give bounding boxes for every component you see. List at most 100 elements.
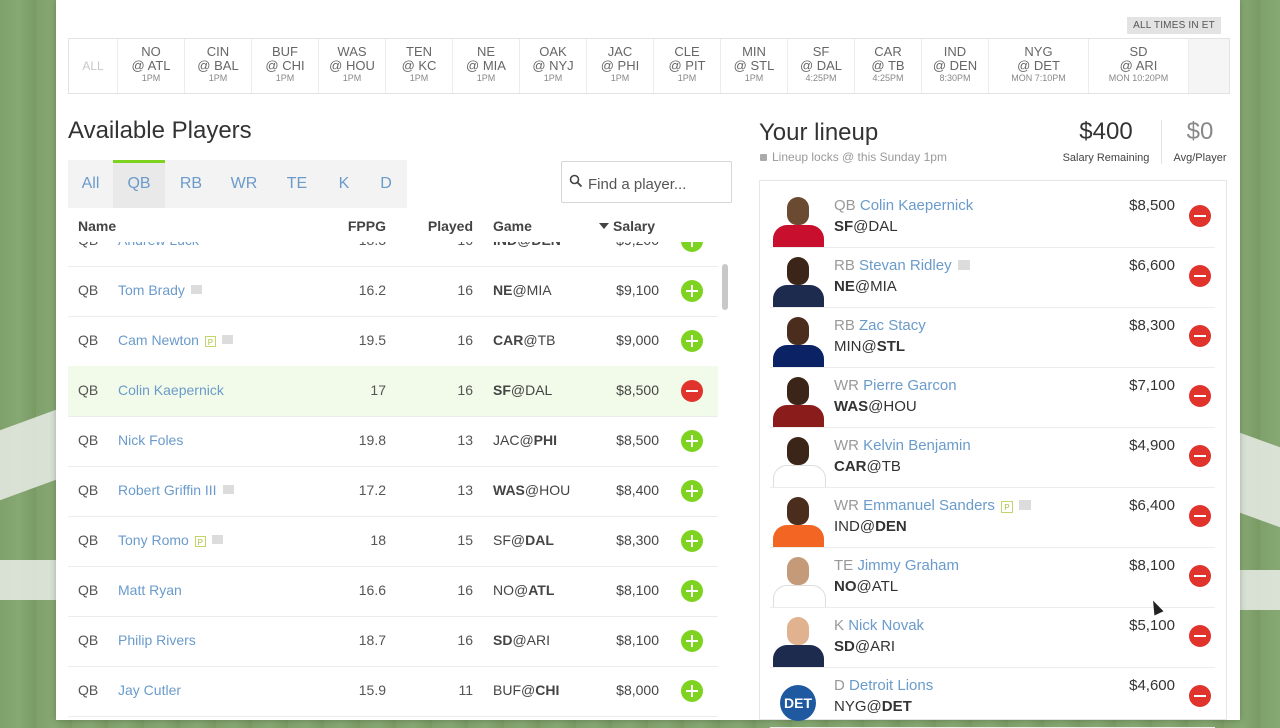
player-name[interactable]: Philip Rivers	[118, 632, 196, 648]
remove-player-button[interactable]	[1189, 205, 1211, 227]
add-player-button[interactable]	[681, 280, 703, 302]
news-note-icon[interactable]	[957, 260, 970, 270]
tab-wr[interactable]: WR	[217, 160, 271, 208]
lineup-player-name[interactable]: Pierre Garcon	[863, 377, 956, 394]
tab-d[interactable]: D	[365, 160, 407, 208]
game-filter-min[interactable]: MIN @ STL 1PM	[721, 39, 788, 93]
probable-icon[interactable]: P	[1000, 501, 1013, 513]
lineup-player-name[interactable]: Zac Stacy	[859, 317, 926, 334]
add-player-button[interactable]	[681, 480, 703, 502]
lineup-player-name[interactable]: Detroit Lions	[849, 677, 933, 694]
news-note-icon[interactable]	[222, 485, 234, 494]
lineup-player-name[interactable]: Kelvin Benjamin	[863, 437, 971, 454]
col-game[interactable]: Game	[493, 218, 532, 234]
player-name-link[interactable]: Tony Romo P	[118, 532, 223, 548]
remove-player-button[interactable]	[1189, 685, 1211, 707]
add-player-button[interactable]	[681, 680, 703, 702]
player-name[interactable]: Andrew Luck	[118, 242, 199, 248]
add-player-button[interactable]	[681, 630, 703, 652]
player-fppg: 19.8	[358, 432, 386, 448]
player-name[interactable]: Colin Kaepernick	[118, 382, 224, 398]
game-time: 1PM	[610, 73, 630, 83]
game-home: @ PIT	[668, 58, 706, 73]
player-search[interactable]	[561, 161, 732, 203]
player-salary: $8,100	[616, 582, 659, 598]
remove-player-button[interactable]	[1189, 385, 1211, 407]
remove-player-button[interactable]	[1189, 505, 1211, 527]
news-note-icon[interactable]	[221, 335, 233, 344]
player-name-link[interactable]: Cam Newton P	[118, 332, 233, 348]
player-name[interactable]: Tony Romo	[118, 532, 189, 548]
player-name-link[interactable]: Colin Kaepernick	[118, 382, 224, 398]
game-filter-jac[interactable]: JAC @ PHI 1PM	[587, 39, 654, 93]
game-filter-no[interactable]: NO @ ATL 1PM	[118, 39, 185, 93]
remove-player-button[interactable]	[1189, 625, 1211, 647]
player-played: 11	[458, 682, 473, 698]
probable-icon[interactable]: P	[204, 336, 216, 347]
news-note-icon[interactable]	[190, 285, 202, 294]
player-fppg: 16.6	[358, 582, 386, 598]
remove-player-button[interactable]	[1189, 325, 1211, 347]
player-name[interactable]: Tom Brady	[118, 282, 185, 298]
game-filter-sd[interactable]: SD @ ARI MON 10:20PM	[1089, 39, 1189, 93]
remove-player-button[interactable]	[1189, 265, 1211, 287]
player-name-link[interactable]: Tom Brady	[118, 282, 202, 298]
remove-player-button[interactable]	[1189, 445, 1211, 467]
remove-player-button[interactable]	[1189, 565, 1211, 587]
col-salary[interactable]: Salary	[613, 218, 655, 234]
player-name[interactable]: Cam Newton	[118, 332, 199, 348]
player-name-link[interactable]: Philip Rivers	[118, 632, 196, 648]
player-name[interactable]: Jay Cutler	[118, 682, 181, 698]
col-name[interactable]: Name	[78, 218, 116, 234]
add-player-button[interactable]	[681, 330, 703, 352]
news-note-icon[interactable]	[211, 535, 223, 544]
scrollbar-thumb[interactable]	[722, 264, 728, 310]
players-scrollbar[interactable]	[720, 242, 730, 720]
game-filter-buf[interactable]: BUF @ CHI 1PM	[252, 39, 319, 93]
game-filter-cle[interactable]: CLE @ PIT 1PM	[654, 39, 721, 93]
add-player-button[interactable]	[681, 430, 703, 452]
tab-rb[interactable]: RB	[165, 160, 217, 208]
game-filter-car[interactable]: CAR @ TB 4:25PM	[855, 39, 922, 93]
game-filter-ne[interactable]: NE @ MIA 1PM	[453, 39, 520, 93]
avatar-head	[787, 617, 809, 645]
game-filter-ind[interactable]: IND @ DEN 8:30PM	[922, 39, 989, 93]
col-played[interactable]: Played	[398, 218, 473, 234]
probable-icon[interactable]: P	[194, 536, 206, 547]
game-filter-oak[interactable]: OAK @ NYJ 1PM	[520, 39, 587, 93]
lineup-salary: $8,500	[1129, 197, 1175, 214]
tab-k[interactable]: K	[323, 160, 365, 208]
lineup-player-name[interactable]: Colin Kaepernick	[860, 197, 973, 214]
remove-player-button[interactable]	[681, 380, 703, 402]
add-player-button[interactable]	[681, 242, 703, 252]
tab-all[interactable]: All	[68, 160, 113, 208]
add-player-button[interactable]	[681, 580, 703, 602]
player-name-link[interactable]: Nick Foles	[118, 432, 183, 448]
col-fppg[interactable]: FPPG	[318, 218, 386, 234]
lineup-player-name[interactable]: Jimmy Graham	[857, 557, 959, 574]
lineup-player-name[interactable]: Emmanuel Sanders	[863, 497, 995, 514]
player-name-link[interactable]: Matt Ryan	[118, 582, 182, 598]
player-name[interactable]: Matt Ryan	[118, 582, 182, 598]
game-away: CLE	[674, 44, 700, 59]
add-player-button[interactable]	[681, 530, 703, 552]
player-name-link[interactable]: Robert Griffin III	[118, 482, 234, 498]
lineup-player-name[interactable]: Nick Novak	[848, 617, 924, 634]
tab-qb[interactable]: QB	[113, 160, 165, 208]
player-name-link[interactable]: Jay Cutler	[118, 682, 181, 698]
player-name[interactable]: Robert Griffin III	[118, 482, 217, 498]
game-filter-ten[interactable]: TEN @ KC 1PM	[386, 39, 453, 93]
game-filter-all[interactable]: ALL	[69, 39, 118, 93]
lineup-player-name[interactable]: Stevan Ridley	[859, 257, 952, 274]
game-filter-was[interactable]: WAS @ HOU 1PM	[319, 39, 386, 93]
game-filter-nyg[interactable]: NYG @ DET MON 7:10PM	[989, 39, 1089, 93]
game-filter-sf[interactable]: SF @ DAL 4:25PM	[788, 39, 855, 93]
game-time: 1PM	[543, 73, 563, 83]
game-filter-cin[interactable]: CIN @ BAL 1PM	[185, 39, 252, 93]
player-name-link[interactable]: Andrew Luck	[118, 242, 199, 248]
tab-te[interactable]: TE	[271, 160, 323, 208]
news-note-icon[interactable]	[1018, 500, 1031, 510]
search-input[interactable]	[586, 172, 730, 196]
player-name[interactable]: Nick Foles	[118, 432, 183, 448]
player-position: QB	[78, 632, 99, 648]
